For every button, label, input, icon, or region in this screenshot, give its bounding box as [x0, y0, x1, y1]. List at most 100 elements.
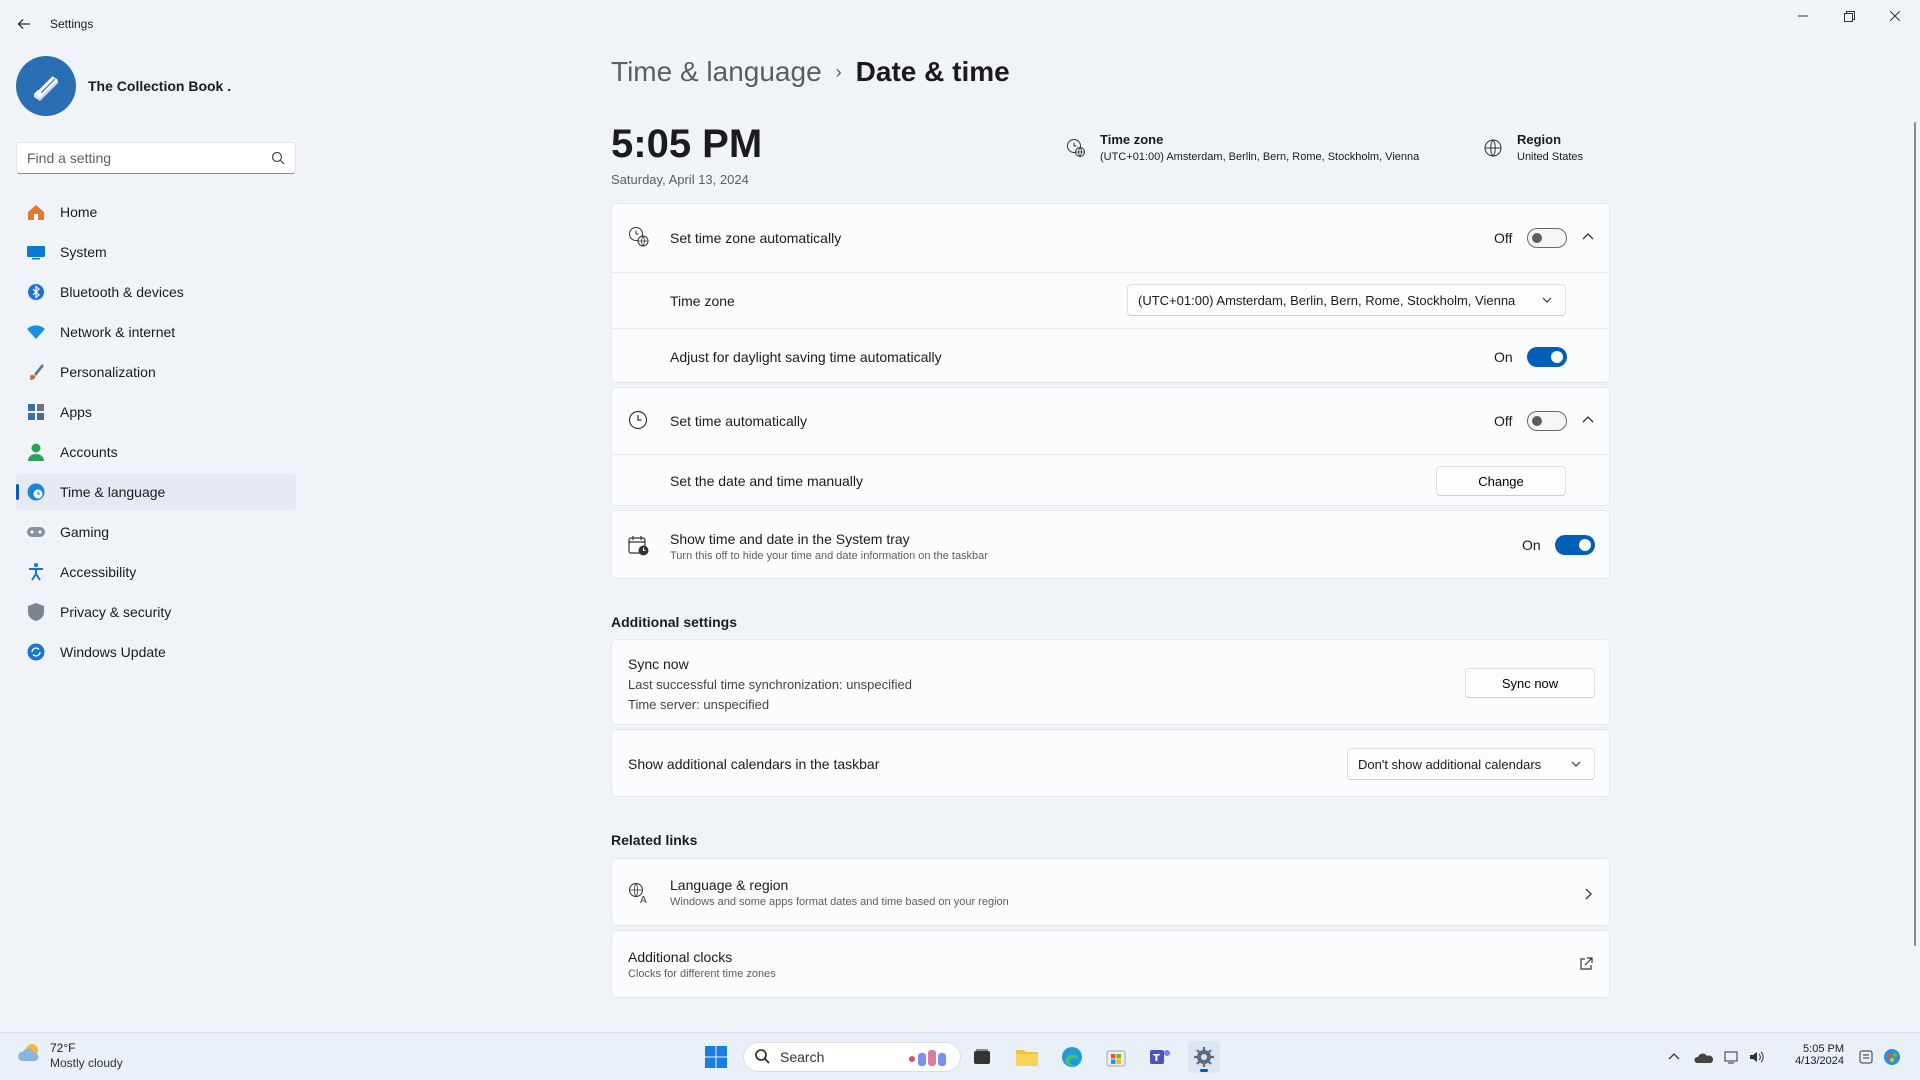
- taskbar-search[interactable]: Search: [743, 1042, 961, 1072]
- sidebar-item-system[interactable]: System: [16, 234, 296, 270]
- set-timezone-auto-toggle[interactable]: [1527, 228, 1567, 248]
- start-button[interactable]: [700, 1041, 732, 1073]
- page-title: Date & time: [855, 56, 1010, 87]
- weather-desc: Mostly cloudy: [50, 1056, 123, 1070]
- language-region-sublabel: Windows and some apps format dates and t…: [670, 896, 1009, 908]
- sync-now-button[interactable]: Sync now: [1465, 668, 1595, 698]
- calendar-clock-icon: [628, 535, 650, 562]
- calendars-label: Show additional calendars in the taskbar: [628, 756, 880, 772]
- scrollbar[interactable]: [1914, 122, 1916, 946]
- tray-time: 5:05 PM: [1803, 1043, 1844, 1055]
- globe-icon: [1483, 138, 1503, 163]
- sidebar-item-network[interactable]: Network & internet: [16, 314, 296, 350]
- additional-clocks-card[interactable]: Additional clocks Clocks for different t…: [611, 930, 1610, 998]
- additional-clocks-row[interactable]: Additional clocks Clocks for different t…: [612, 931, 1609, 999]
- window-title: Settings: [50, 17, 94, 31]
- sidebar-item-personalization[interactable]: Personalization: [16, 354, 296, 390]
- search-box[interactable]: [16, 142, 296, 174]
- sidebar-item-accounts[interactable]: Accounts: [16, 434, 296, 470]
- sidebar-item-time-language[interactable]: Time & language: [16, 474, 296, 510]
- sidebar-item-accessibility[interactable]: Accessibility: [16, 554, 296, 590]
- language-region-card[interactable]: A Language & region Windows and some app…: [611, 858, 1610, 926]
- systray-row[interactable]: Show time and date in the System tray Tu…: [612, 511, 1609, 580]
- daylight-toggle[interactable]: [1527, 347, 1567, 367]
- chevron-right-icon: [1582, 887, 1594, 905]
- system-icon: [26, 242, 46, 262]
- store-button[interactable]: [1100, 1041, 1132, 1073]
- time-auto-card: Set time automatically Off Set the date …: [611, 387, 1610, 506]
- sidebar-item-gaming[interactable]: Gaming: [16, 514, 296, 550]
- edge-button[interactable]: [1056, 1041, 1088, 1073]
- volume-icon[interactable]: [1740, 1041, 1772, 1073]
- sync-label: Sync now: [628, 656, 689, 672]
- systray-sublabel: Turn this off to hide your time and date…: [670, 550, 988, 562]
- brush-icon: [26, 362, 46, 382]
- systray-label: Show time and date in the System tray: [670, 531, 910, 547]
- set-timezone-auto-row[interactable]: Set time zone automatically Off: [612, 204, 1609, 272]
- chevron-up-icon[interactable]: [1582, 230, 1594, 248]
- toggle-state-label: Off: [1494, 230, 1513, 246]
- breadcrumb-parent[interactable]: Time & language: [611, 56, 822, 88]
- teams-button[interactable]: T: [1144, 1041, 1176, 1073]
- set-time-auto-toggle[interactable]: [1527, 411, 1567, 431]
- systray-toggle[interactable]: [1555, 535, 1595, 555]
- additional-settings-heading: Additional settings: [611, 614, 737, 630]
- gear-icon: [1194, 1047, 1214, 1067]
- tray-date: 4/13/2024: [1795, 1055, 1844, 1067]
- minimize-button[interactable]: [1780, 0, 1826, 32]
- change-button[interactable]: Change: [1436, 466, 1566, 496]
- cloud-icon: [16, 1041, 44, 1070]
- systray-card: Show time and date in the System tray Tu…: [611, 510, 1610, 579]
- language-region-row[interactable]: A Language & region Windows and some app…: [612, 859, 1609, 927]
- set-time-auto-row[interactable]: Set time automatically Off: [612, 388, 1609, 454]
- region-info: Region United States: [1483, 132, 1583, 163]
- title-bar: Settings: [0, 0, 1920, 48]
- daylight-row[interactable]: Adjust for daylight saving time automati…: [612, 329, 1609, 383]
- sidebar-item-windows-update[interactable]: Windows Update: [16, 634, 296, 670]
- search-input[interactable]: [17, 143, 257, 173]
- back-button[interactable]: [12, 12, 36, 36]
- sidebar-item-label: Windows Update: [60, 644, 166, 660]
- profile[interactable]: The Collection Book .: [16, 56, 231, 116]
- sidebar-item-label: Time & language: [60, 484, 166, 500]
- home-icon: [26, 202, 46, 222]
- task-view-button[interactable]: [966, 1041, 998, 1073]
- language-region-label: Language & region: [670, 877, 789, 893]
- file-explorer-button[interactable]: [1011, 1041, 1043, 1073]
- timezone-dropdown-value: (UTC+01:00) Amsterdam, Berlin, Bern, Rom…: [1138, 292, 1516, 308]
- minimize-icon: [1798, 15, 1808, 17]
- system-clock[interactable]: 5:05 PM 4/13/2024: [1780, 1043, 1844, 1067]
- calendars-row: Show additional calendars in the taskbar…: [612, 730, 1609, 798]
- taskbar-search-label: Search: [780, 1049, 825, 1065]
- sidebar-item-label: Network & internet: [60, 324, 176, 340]
- sidebar-item-apps[interactable]: Apps: [16, 394, 296, 430]
- store-icon: [1106, 1050, 1126, 1067]
- sync-server-label: Time server: unspecified: [628, 697, 770, 712]
- chevron-up-tray-icon[interactable]: [1658, 1041, 1690, 1073]
- manual-datetime-label: Set the date and time manually: [670, 473, 864, 489]
- weather-widget[interactable]: 72°F Mostly cloudy: [16, 1041, 123, 1070]
- restore-button[interactable]: [1826, 0, 1872, 32]
- sidebar-item-privacy[interactable]: Privacy & security: [16, 594, 296, 630]
- set-time-auto-label: Set time automatically: [670, 413, 807, 429]
- timezone-label: Time zone: [1100, 132, 1164, 147]
- avatar: [16, 56, 76, 116]
- sidebar-item-bluetooth[interactable]: Bluetooth & devices: [16, 274, 296, 310]
- color-app-icon[interactable]: [1876, 1041, 1908, 1073]
- breadcrumb: Time & language › Date & time: [611, 56, 1010, 88]
- settings-taskbar-button[interactable]: [1188, 1041, 1220, 1073]
- timezone-dropdown[interactable]: (UTC+01:00) Amsterdam, Berlin, Bern, Rom…: [1127, 284, 1566, 316]
- sidebar-item-home[interactable]: Home: [16, 194, 296, 230]
- timezone-row-label: Time zone: [670, 293, 735, 309]
- sidebar-item-label: Gaming: [60, 524, 110, 540]
- chevron-up-icon[interactable]: [1582, 413, 1594, 431]
- current-date: Saturday, April 13, 2024: [611, 172, 749, 187]
- calendars-dropdown[interactable]: Don't show additional calendars: [1347, 748, 1595, 780]
- profile-name: The Collection Book .: [88, 78, 232, 94]
- close-button[interactable]: [1872, 0, 1918, 32]
- toggle-state-label: On: [1522, 537, 1541, 553]
- additional-clocks-label: Additional clocks: [628, 949, 733, 965]
- toggle-state-label: Off: [1494, 413, 1513, 429]
- back-arrow-icon: [17, 19, 30, 29]
- clock-icon: [628, 410, 648, 435]
